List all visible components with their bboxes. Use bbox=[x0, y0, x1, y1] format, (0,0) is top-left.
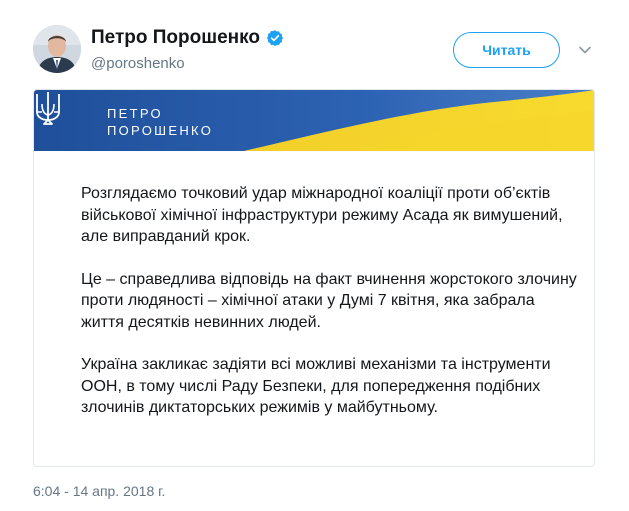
statement-paragraph: Це – справедлива відповідь на факт вчине… bbox=[81, 270, 577, 331]
statement-paragraph: Україна закликає задіяти всі можливі мех… bbox=[81, 356, 551, 416]
tweet-header: Петро Порошенко @poroshenko Читать bbox=[0, 0, 629, 90]
statement-text: Розглядаємо точковий удар міжнародної ко… bbox=[81, 183, 581, 440]
flag-banner: ПЕТРО ПОРОШЕНКО bbox=[34, 90, 594, 151]
banner-title-last: ПОРОШЕНКО bbox=[107, 123, 214, 138]
verified-badge-icon bbox=[266, 30, 284, 47]
trident-icon bbox=[36, 92, 60, 125]
tweet-timestamp[interactable]: 6:04 - 14 апр. 2018 г. bbox=[33, 483, 165, 499]
follow-button[interactable]: Читать bbox=[453, 32, 560, 68]
chevron-down-icon[interactable] bbox=[577, 42, 593, 58]
attached-image-card[interactable]: ПЕТРО ПОРОШЕНКО Розглядаємо точковий уда… bbox=[33, 89, 595, 467]
statement-paragraph: Розглядаємо точковий удар міжнародної ко… bbox=[81, 185, 563, 245]
display-name[interactable]: Петро Порошенко bbox=[91, 27, 284, 49]
display-name-text[interactable]: Петро Порошенко bbox=[91, 27, 260, 49]
avatar[interactable] bbox=[33, 25, 81, 73]
user-handle[interactable]: @poroshenko bbox=[91, 55, 185, 72]
banner-title-first: ПЕТРО bbox=[107, 106, 163, 121]
